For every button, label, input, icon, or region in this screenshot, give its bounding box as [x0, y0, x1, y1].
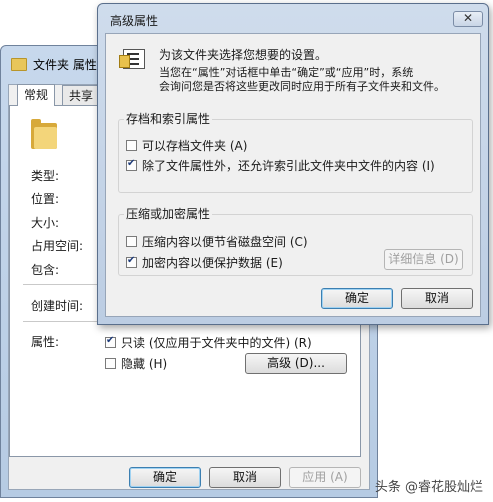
ok-button[interactable]: 确定 — [321, 288, 393, 309]
advanced-button[interactable]: 高级 (D)... — [245, 353, 347, 374]
attributes-label: 属性: — [31, 335, 60, 349]
apply-button[interactable]: 应用 (A) — [289, 467, 361, 488]
close-icon[interactable]: ✕ — [453, 11, 483, 27]
type-label: 类型: — [31, 169, 60, 183]
encrypt-checkbox[interactable] — [126, 255, 137, 268]
dialog-title: 高级属性 — [110, 14, 159, 28]
compress-label: 压缩内容以便节省磁盘空间 (C) — [142, 235, 308, 249]
index-label: 除了文件属性外，还允许索引此文件夹中文件的内容 (I) — [142, 159, 435, 173]
compress-checkbox[interactable] — [126, 236, 137, 247]
intro-text-line1: 为该文件夹选择您想要的设置。 — [159, 48, 328, 62]
tab-general[interactable]: 常规 — [17, 84, 56, 106]
watermark-text: 头条 @睿花股灿烂 — [374, 480, 483, 495]
created-label: 创建时间: — [31, 299, 84, 313]
location-label: 位置: — [31, 192, 60, 206]
hidden-label: 隐藏 (H) — [121, 357, 168, 371]
index-checkbox[interactable] — [126, 158, 137, 171]
archive-index-group — [118, 119, 473, 193]
compress-group-title: 压缩或加密属性 — [124, 205, 213, 222]
encrypt-label: 加密内容以便保护数据 (E) — [142, 256, 283, 270]
ok-button[interactable]: 确定 — [129, 467, 201, 488]
cancel-button[interactable]: 取消 — [401, 288, 473, 309]
advanced-attributes-dialog: 高级属性 ✕ 为该文件夹选择您想要的设置。 当您在“属性”对话框中单击“确定”或… — [97, 3, 489, 325]
cancel-button[interactable]: 取消 — [209, 467, 281, 488]
archive-checkbox[interactable] — [126, 140, 137, 151]
readonly-label: 只读 (仅应用于文件夹中的文件) (R) — [121, 336, 312, 350]
folder-icon — [31, 119, 57, 149]
intro-text-line3: 会询问您是否将这些更改同时应用于所有子文件夹和文件。 — [159, 80, 445, 93]
readonly-checkbox[interactable] — [105, 335, 116, 348]
details-button[interactable]: 详细信息 (D) — [384, 249, 463, 270]
archive-label: 可以存档文件夹 (A) — [142, 139, 248, 153]
contains-label: 包含: — [31, 263, 60, 277]
size-on-disk-label: 占用空间: — [31, 239, 84, 253]
hidden-checkbox[interactable] — [105, 358, 116, 369]
archive-group-title: 存档和索引属性 — [124, 110, 213, 127]
tab-sharing[interactable]: 共享 — [62, 85, 101, 106]
window-title: 文件夹 属性 — [33, 58, 97, 72]
attributes-info-icon — [119, 47, 147, 71]
dialog-body: 为该文件夹选择您想要的设置。 当您在“属性”对话框中单击“确定”或“应用”时，系… — [105, 33, 481, 317]
folder-icon — [11, 58, 27, 71]
size-label: 大小: — [31, 216, 60, 230]
